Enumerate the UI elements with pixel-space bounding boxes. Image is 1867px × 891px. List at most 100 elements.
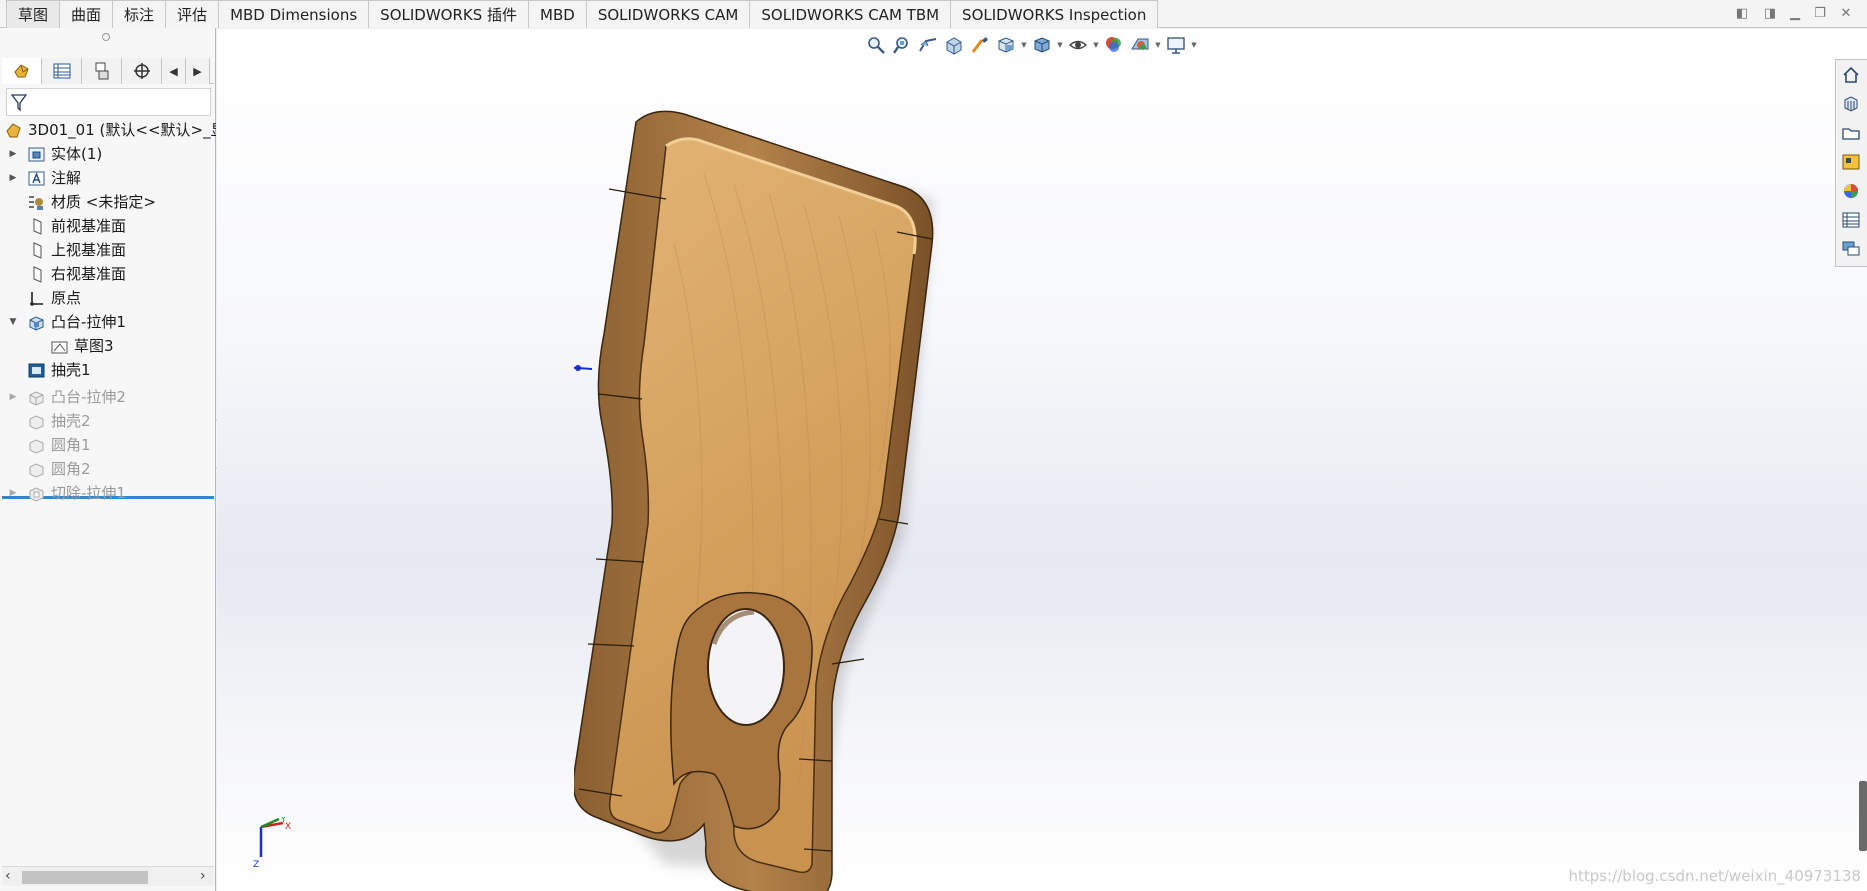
tab-solidworks-cam-tbm[interactable]: SOLIDWORKS CAM TBM — [750, 0, 952, 28]
chevron-right-icon[interactable]: ▶ — [186, 58, 210, 84]
tree-item-fillet1[interactable]: 圆角1 — [0, 433, 216, 457]
expand-arrow-icon[interactable]: ▶ — [8, 385, 18, 409]
annotations-icon — [28, 171, 45, 186]
sketch-icon — [51, 341, 68, 354]
fillet-icon — [29, 439, 44, 454]
boss-extrude-icon — [29, 391, 44, 406]
feature-manager-icon — [13, 64, 29, 78]
filter-icon — [11, 94, 27, 112]
tab-property-manager[interactable] — [42, 58, 82, 84]
design-library-icon[interactable] — [1836, 89, 1866, 118]
tree-item-shell2[interactable]: 抽壳2 — [0, 409, 216, 433]
tree-item-sketch3[interactable]: 草图3 — [0, 334, 216, 358]
tile-left-icon[interactable]: ◧ — [1731, 4, 1753, 24]
tab-solidworks-cam[interactable]: SOLIDWORKS CAM — [586, 0, 751, 28]
heads-up-view-toolbar: ▼ ▼ ▼ ▼ ▼ — [864, 34, 1198, 56]
view-orientation-icon[interactable] — [994, 34, 1018, 56]
tree-item-solid-bodies[interactable]: ▶ 实体(1) — [0, 142, 216, 166]
zoom-area-icon[interactable] — [890, 34, 914, 56]
file-explorer-icon[interactable] — [1836, 118, 1866, 147]
tab-solidworks-inspection[interactable]: SOLIDWORKS Inspection — [951, 0, 1159, 28]
fillet-icon — [29, 463, 44, 478]
part-3d-model[interactable] — [574, 84, 1134, 891]
tree-item-right-plane[interactable]: 右视基准面 — [0, 262, 216, 286]
tile-right-icon[interactable]: ◨ — [1759, 4, 1781, 24]
apply-scene-dropdown-icon[interactable]: ▼ — [1154, 34, 1162, 56]
hide-show-dropdown-icon[interactable]: ▼ — [1092, 34, 1100, 56]
tree-item-top-plane[interactable]: 上视基准面 — [0, 238, 216, 262]
shell-icon — [28, 363, 45, 378]
tab-surfaces[interactable]: 曲面 — [60, 0, 114, 28]
display-style-icon[interactable] — [1030, 34, 1054, 56]
appearances-icon[interactable] — [1836, 176, 1866, 205]
orientation-triad: X Y Z — [253, 817, 291, 869]
tree-item-front-plane[interactable]: 前视基准面 — [0, 214, 216, 238]
triad-x-label: X — [285, 822, 291, 832]
task-pane-tabs — [1835, 59, 1867, 267]
panel-grip-icon[interactable] — [102, 33, 110, 41]
collapse-arrow-icon[interactable]: ▼ — [8, 310, 18, 334]
material-icon — [29, 196, 43, 210]
tab-configuration-manager[interactable] — [82, 58, 122, 84]
tree-item-shell1[interactable]: 抽壳1 — [0, 358, 216, 382]
dimxpert-icon — [133, 63, 150, 79]
tree-item-fillet2[interactable]: 圆角2 — [0, 457, 216, 481]
scrollbar-thumb[interactable] — [22, 871, 148, 884]
scroll-left-icon[interactable]: ‹ — [5, 868, 11, 884]
triad-y-label: Y — [280, 817, 286, 824]
feature-manager-panel: ◀ ▶ 3D01_01 (默认<<默认>_显 ▶ 实体(1) ▶ 注解 材质 <… — [0, 28, 216, 891]
chevron-left-icon[interactable]: ◀ — [162, 58, 186, 84]
forum-icon[interactable] — [1836, 234, 1866, 263]
display-style-dropdown-icon[interactable]: ▼ — [1056, 34, 1064, 56]
tab-annotation[interactable]: 标注 — [113, 0, 167, 28]
apply-scene-icon[interactable] — [1128, 34, 1152, 56]
view-settings-dropdown-icon[interactable]: ▼ — [1190, 34, 1198, 56]
view-palette-icon[interactable] — [1836, 147, 1866, 176]
origin-icon — [30, 292, 43, 306]
shell-icon — [29, 415, 44, 430]
edit-appearance-icon[interactable] — [1102, 34, 1126, 56]
view-settings-icon[interactable] — [1164, 34, 1188, 56]
zoom-to-fit-icon[interactable] — [864, 34, 888, 56]
view-orientation-dropdown-icon[interactable]: ▼ — [1020, 34, 1028, 56]
close-icon[interactable]: ✕ — [1835, 4, 1857, 24]
tab-dimxpert-manager[interactable] — [122, 58, 162, 84]
previous-view-icon[interactable] — [916, 34, 940, 56]
sketch-marker — [574, 365, 593, 371]
minimize-icon[interactable]: ▁ — [1784, 4, 1806, 24]
custom-properties-icon[interactable] — [1836, 205, 1866, 234]
expand-arrow-icon[interactable]: ▶ — [8, 481, 18, 505]
section-view-icon[interactable] — [942, 34, 966, 56]
home-icon[interactable] — [1836, 60, 1866, 89]
configuration-manager-icon — [95, 62, 108, 80]
tab-sketch[interactable]: 草图 — [6, 0, 61, 28]
tab-evaluate[interactable]: 评估 — [166, 0, 220, 28]
dynamic-annotation-icon[interactable] — [968, 34, 992, 56]
tree-filter[interactable] — [6, 88, 211, 116]
expand-arrow-icon[interactable]: ▶ — [8, 142, 18, 166]
tree-item-annotations[interactable]: ▶ 注解 — [0, 166, 216, 190]
plane-icon — [33, 242, 42, 259]
tree-item-boss-extrude2[interactable]: ▶ 凸台-拉伸2 — [0, 385, 216, 409]
tree-root-part[interactable]: 3D01_01 (默认<<默认>_显 — [0, 118, 216, 142]
finger-loop-hole — [707, 608, 785, 726]
tab-mbd[interactable]: MBD — [529, 0, 587, 28]
tree-horizontal-scrollbar[interactable]: ‹ › — [2, 866, 214, 886]
tree-item-material[interactable]: 材质 <未指定> — [0, 190, 216, 214]
tab-feature-manager[interactable] — [2, 58, 42, 84]
tab-mbd-dimensions[interactable]: MBD Dimensions — [219, 0, 370, 28]
boss-extrude-icon — [29, 316, 44, 331]
tree-item-cut-extrude1[interactable]: ▶ 切除-拉伸1 — [0, 481, 216, 505]
hide-show-icon[interactable] — [1066, 34, 1090, 56]
plane-icon — [33, 218, 42, 235]
cut-extrude-icon — [29, 487, 44, 502]
tree-item-origin[interactable]: 原点 — [0, 286, 216, 310]
scroll-right-icon[interactable]: › — [200, 868, 206, 884]
restore-icon[interactable]: ❐ — [1809, 4, 1831, 24]
graphics-area[interactable]: ▼ ▼ ▼ ▼ ▼ X Y Z https://blog.csdn.net/we… — [217, 29, 1867, 891]
expand-arrow-icon[interactable]: ▶ — [8, 166, 18, 190]
tree-item-boss-extrude1[interactable]: ▼ 凸台-拉伸1 — [0, 310, 216, 334]
tree-root-label: 3D01_01 (默认<<默认>_显 — [28, 121, 216, 139]
tab-solidworks-addins[interactable]: SOLIDWORKS 插件 — [369, 0, 530, 28]
feature-tree: 3D01_01 (默认<<默认>_显 ▶ 实体(1) ▶ 注解 材质 <未指定>… — [0, 118, 216, 505]
